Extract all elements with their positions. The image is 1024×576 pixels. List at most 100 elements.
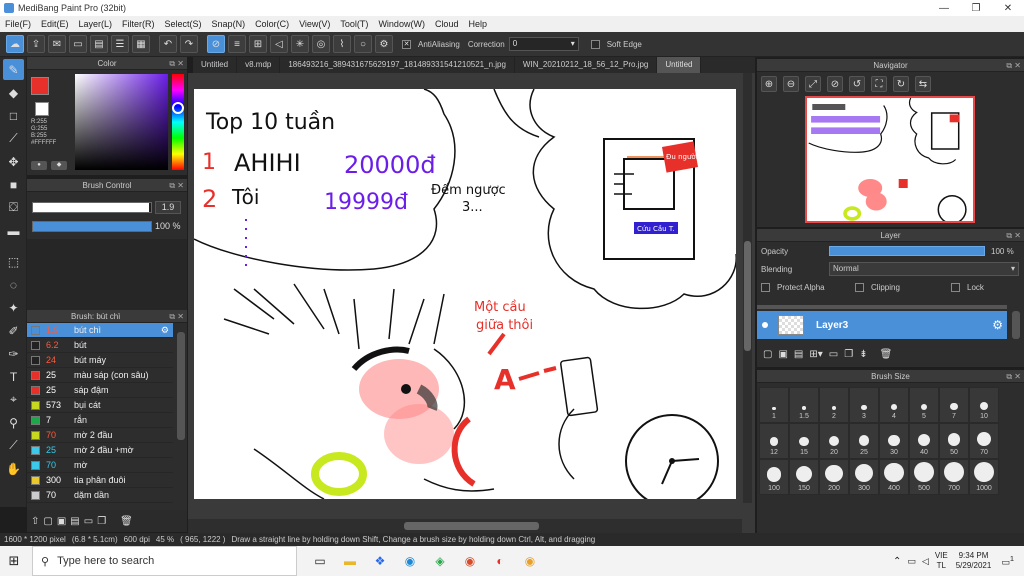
layer-row-layer3[interactable]: Layer3 ⚙ [757,311,1007,339]
network-icon[interactable]: ▭ [907,556,916,567]
divide-tool-icon[interactable]: ⟋ [3,435,24,456]
tab-untitled-1[interactable]: Untitled [193,57,238,73]
snap-off-icon[interactable]: ⊘ [207,35,225,53]
tray-chevron-icon[interactable]: ⌃ [893,556,901,567]
settings-icon[interactable]: ⚙ [375,35,393,53]
chrome-icon-2[interactable]: ◉ [457,550,483,572]
brush-item[interactable]: 573 bụi cát [27,398,173,413]
brush-size-cell[interactable]: 50 [939,423,969,459]
canvas-horizontal-scrollbar[interactable] [188,519,742,533]
notification-icon[interactable]: ▭1 [1001,554,1014,568]
eyedrop-mini-icon[interactable]: ● [31,161,47,170]
zoom-in-icon[interactable]: ⊕ [761,76,777,92]
duplicate-icon[interactable]: ❐ [97,516,106,527]
brush-item[interactable]: 70 mờ 2 đầu [27,428,173,443]
brush-size-cell[interactable]: 40 [909,423,939,459]
circle-snap-icon[interactable]: ◎ [312,35,330,53]
edge-icon[interactable]: ◉ [397,550,423,572]
copy-brush-icon[interactable]: ▤ [70,516,79,527]
brush-settings-gear-icon[interactable]: ⚙ [161,325,169,336]
layer-opacity-slider[interactable] [829,246,985,256]
tab-untitled-active[interactable]: Untitled [657,57,702,73]
panel-options-icon[interactable]: ⧉ ✕ [1006,370,1021,383]
gradient-tool-icon[interactable]: ▬ [3,220,24,241]
volume-icon[interactable]: ◁ [922,556,929,567]
new-8bit-layer-icon[interactable]: ▤ [794,349,803,360]
menu-tool[interactable]: Tool(T) [335,19,373,29]
merge-layer-icon[interactable]: ⇟ [859,349,867,360]
navigator-preview[interactable] [805,96,975,223]
curve-snap-icon[interactable]: ⌇ [333,35,351,53]
horizontal-scroll-thumb[interactable] [404,522,539,530]
add-layer-menu-icon[interactable]: ⊞▾ [809,349,822,360]
perspective-snap-icon[interactable]: ◁ [270,35,288,53]
menu-file[interactable]: File(F) [0,19,36,29]
brush-item[interactable]: 300 tia phân đuôi [27,473,173,488]
eyedropper-icon[interactable]: ⚲ [3,412,24,433]
brush-size-cell[interactable]: 20 [819,423,849,459]
eraser-tool-icon[interactable]: ◆ [3,82,24,103]
brush-size-cell[interactable]: 150 [789,459,819,495]
taskbar-search[interactable]: ⚲ Type here to search [32,546,297,576]
hue-handle[interactable] [172,102,184,114]
antialiasing-checkbox[interactable]: ✕ [402,39,411,49]
brush-size-cell[interactable]: 500 [909,459,939,495]
brush-size-cell[interactable]: 15 [789,423,819,459]
blending-select[interactable]: Normal ▾ [829,262,1019,276]
new-layer-icon[interactable]: ▢ [763,349,772,360]
taskbar-clock[interactable]: 9:34 PM 5/29/2021 [956,551,992,571]
cross-snap-icon[interactable]: ⊞ [249,35,267,53]
pen-tool-icon[interactable]: ✎ [3,59,24,80]
app-icon-5[interactable]: ◈ [427,550,453,572]
new-brush-icon[interactable]: ▢ [43,516,52,527]
amazon-app-icon[interactable]: ▭ [307,550,333,572]
comment-icon[interactable]: ✉ [48,35,66,53]
operation-tool-icon[interactable]: ⌖ [3,389,24,410]
select-eraser-icon[interactable]: ✑ [3,343,24,364]
menu-select[interactable]: Select(S) [160,19,207,29]
canvas-vertical-scrollbar[interactable] [743,73,752,503]
panel-options-icon[interactable]: ⧉ ✕ [1006,59,1021,72]
soft-edge-checkbox[interactable] [590,39,600,49]
menu-filter[interactable]: Filter(R) [117,19,160,29]
menu-help[interactable]: Help [463,19,492,29]
menu-edit[interactable]: Edit(E) [36,19,74,29]
medibang-taskbar-icon[interactable]: ◐ [487,550,513,572]
brush-size-cell[interactable]: 700 [939,459,969,495]
menu-cloud[interactable]: Cloud [430,19,464,29]
zoom-out-icon[interactable]: ⊖ [783,76,799,92]
add-brush-icon[interactable]: ⇧ [31,516,39,527]
brush-item[interactable]: 70 mờ [27,458,173,473]
menu-color[interactable]: Color(C) [250,19,294,29]
brush-size-cell[interactable]: 12 [759,423,789,459]
grid-icon[interactable]: ▦ [132,35,150,53]
move-tool-icon[interactable]: ✥ [3,151,24,172]
menu-window[interactable]: Window(W) [373,19,430,29]
fullscreen-icon[interactable]: ⛶ [871,76,887,92]
text-tool-icon[interactable]: T [3,366,24,387]
panel-options-icon[interactable]: ⧉ ✕ [1006,229,1021,242]
new-halftone-layer-icon[interactable]: ▣ [778,349,787,360]
share-icon[interactable]: ⇪ [27,35,45,53]
layer-visibility-icon[interactable] [762,322,768,328]
palette-mini-icon[interactable]: ◆ [51,161,67,170]
brush-size-cell[interactable]: 100 [759,459,789,495]
select-pen-icon[interactable]: ✐ [3,320,24,341]
rotate-left-icon[interactable]: ↺ [849,76,865,92]
layer-scrollbar[interactable] [1012,311,1020,339]
brush-opacity-slider[interactable] [32,221,152,232]
brush-size-cell[interactable]: 10 [969,387,999,423]
brush-size-slider[interactable] [32,202,152,213]
hand-tool-icon[interactable]: ✋ [3,458,24,479]
window-icon[interactable]: ▭ [69,35,87,53]
menu-view[interactable]: View(V) [294,19,335,29]
protect-alpha-checkbox[interactable] [761,282,770,292]
brush-size-cell[interactable]: 3 [849,387,879,423]
language-variant[interactable]: TL [935,561,948,571]
panel-options-icon[interactable]: ⧉ ✕ [169,57,184,70]
folder-icon[interactable]: ▭ [84,516,93,527]
brush-size-cell[interactable]: 7 [939,387,969,423]
brush-item[interactable]: 25 màu sáp (con sâu) [27,368,173,383]
chrome-icon[interactable]: ◉ [517,550,543,572]
dropbox-icon[interactable]: ❖ [367,550,393,572]
